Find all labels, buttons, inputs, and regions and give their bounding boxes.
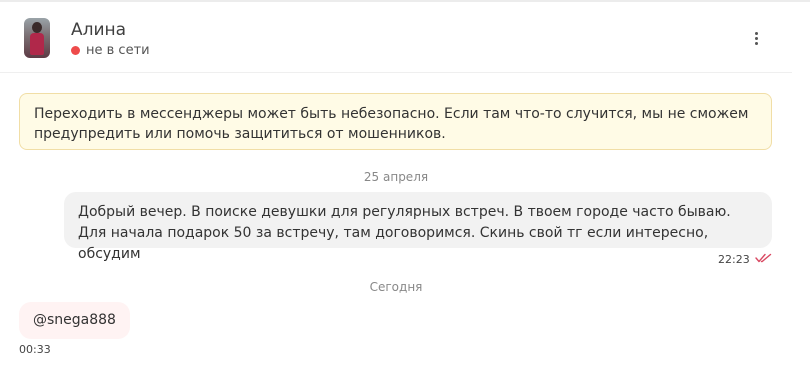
double-check-icon (755, 253, 772, 263)
menu-dot (754, 31, 758, 35)
date-separator: Сегодня (369, 280, 423, 294)
more-vertical-icon[interactable] (747, 28, 765, 48)
date-separator: 25 апреля (363, 170, 429, 184)
safety-warning-banner: Переходить в мессенджеры может быть небе… (19, 93, 772, 150)
avatar[interactable] (24, 18, 50, 58)
avatar-body (30, 33, 44, 55)
status-text: не в сети (86, 43, 150, 58)
contact-name[interactable]: Алина (71, 20, 126, 40)
contact-status: не в сети (71, 43, 150, 58)
message-time: 22:23 (718, 253, 750, 266)
outgoing-message-bubble[interactable]: Добрый вечер. В поиске девушки для регул… (64, 192, 772, 262)
offline-dot-icon (71, 46, 80, 55)
message-time: 00:33 (19, 343, 51, 356)
chat-header: Алина не в сети (0, 2, 792, 73)
menu-dot (754, 36, 758, 40)
avatar-head (32, 22, 42, 33)
menu-dot (754, 41, 758, 45)
incoming-message-bubble[interactable]: @snega888 (19, 302, 130, 339)
